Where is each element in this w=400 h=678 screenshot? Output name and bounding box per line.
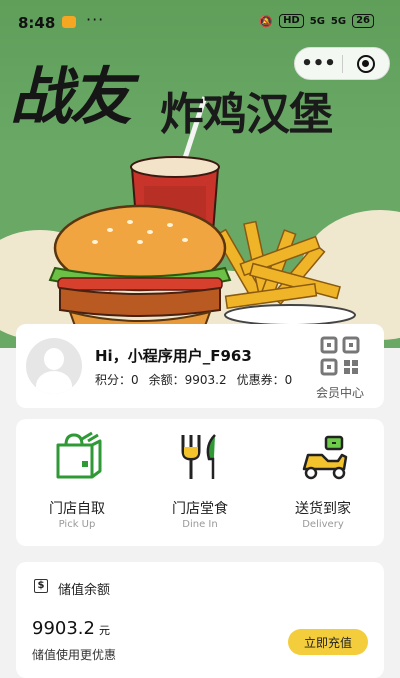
- status-more: ···: [86, 10, 105, 29]
- brand-title-main: 战友: [10, 60, 132, 133]
- currency-unit: 元: [98, 624, 110, 637]
- service-delivery-label: 送货到家: [295, 501, 351, 517]
- service-pickup-sublabel: Pick Up: [58, 519, 96, 530]
- user-greeting: Hi，小程序用户_F963: [95, 347, 252, 365]
- miniprogram-capsule: •••: [294, 47, 390, 80]
- service-dine-in-sublabel: Dine In: [182, 519, 218, 530]
- dollar-icon: $: [34, 579, 48, 593]
- close-miniprogram-button[interactable]: [343, 54, 389, 73]
- recharge-button[interactable]: 立即充值: [288, 629, 368, 655]
- member-center-link[interactable]: 会员中心: [316, 384, 364, 401]
- service-options: 门店自取 Pick Up 门店堂食 Dine In 送货到家 Delivery: [16, 419, 384, 546]
- service-pickup[interactable]: 门店自取 Pick Up: [16, 419, 138, 546]
- service-pickup-label: 门店自取: [49, 501, 105, 517]
- qr-code-icon[interactable]: [320, 336, 360, 376]
- member-card: Hi，小程序用户_F963 积分：0 余额：9903.2 优惠券：0 会员中心: [16, 324, 384, 408]
- avatar[interactable]: [26, 338, 82, 394]
- stored-value-note: 储值使用更优惠: [32, 648, 117, 662]
- service-dine-in[interactable]: 门店堂食 Dine In: [139, 419, 261, 546]
- fork-knife-icon: [181, 434, 216, 479]
- stored-value-number: 9903.2: [32, 618, 95, 639]
- bag-icon: [56, 431, 102, 479]
- more-menu-button[interactable]: •••: [295, 49, 342, 79]
- signal-icon-2: 5G: [330, 15, 347, 27]
- stored-value-card: $ 储值余额 9903.2 元 储值使用更优惠 立即充值: [16, 562, 384, 678]
- signal-icon-1: 5G: [309, 15, 325, 27]
- hero-banner: 战友 炸鸡汉堡 8:48 ··· 🔕 HD 5G 5G 26 •••: [0, 0, 400, 348]
- notification-app-icon: [62, 16, 76, 28]
- service-delivery-sublabel: Delivery: [302, 519, 344, 530]
- status-time: 8:48: [18, 14, 56, 32]
- brand-title-sub: 炸鸡汉堡: [160, 89, 333, 140]
- stored-value-amount: 9903.2 元: [32, 618, 110, 639]
- stored-value-title: 储值余额: [58, 583, 111, 598]
- mute-icon: 🔕: [259, 14, 274, 28]
- service-dine-in-label: 门店堂食: [172, 501, 228, 517]
- coupon-value[interactable]: 优惠券：0: [237, 371, 293, 388]
- target-icon: [356, 54, 375, 73]
- member-stats: 积分：0 余额：9903.2 优惠券：0: [95, 371, 292, 388]
- battery-icon: 26: [352, 14, 374, 28]
- brand-title: 战友: [10, 46, 132, 136]
- service-delivery[interactable]: 送货到家 Delivery: [262, 419, 384, 546]
- points-value[interactable]: 积分：0: [95, 371, 139, 388]
- scooter-icon: [302, 435, 348, 480]
- status-bar: 8:48 ··· 🔕 HD 5G 5G 26: [0, 0, 400, 42]
- hd-badge: HD: [279, 14, 304, 28]
- balance-value[interactable]: 余额：9903.2: [149, 371, 227, 388]
